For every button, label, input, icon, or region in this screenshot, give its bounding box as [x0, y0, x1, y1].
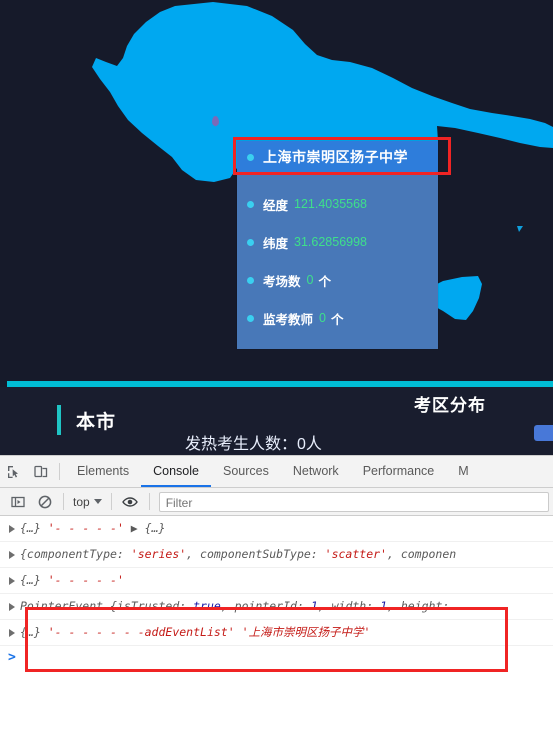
devtools-panel: Elements Console Sources Network Perform…	[0, 455, 553, 745]
console-token: 'series'	[130, 547, 187, 561]
execution-context-label: top	[73, 494, 90, 509]
filter-input[interactable]: Filter	[158, 491, 549, 512]
panel-accent-bar	[57, 405, 61, 435]
tooltip-value: 0	[306, 273, 314, 287]
console-token: PointerEvent {isTrusted:	[20, 599, 194, 613]
tab-elements[interactable]: Elements	[65, 456, 141, 487]
console-token: {componentType:	[20, 547, 131, 561]
console-token: '- - - - -'	[47, 521, 124, 535]
bullet-icon	[247, 200, 254, 208]
console-token: true	[193, 599, 221, 613]
tooltip-value: 31.62856998	[294, 235, 368, 249]
map-marker-pin[interactable]	[212, 116, 219, 126]
console-token: 'scatter'	[324, 547, 387, 561]
tooltip-unit: 个	[330, 312, 344, 327]
toolbar-divider	[110, 493, 112, 510]
console-token: 1	[380, 599, 387, 613]
tab-memory[interactable]: M	[446, 456, 480, 487]
expand-arrow-icon[interactable]	[9, 603, 15, 611]
bullet-icon	[247, 276, 254, 284]
console-token: , pointerId:	[220, 599, 311, 613]
tab-performance[interactable]: Performance	[351, 456, 447, 487]
tooltip-header: 上海市崇明区扬子中学	[237, 141, 438, 173]
tooltip-label: 经度	[263, 198, 289, 213]
console-sidebar-icon[interactable]	[4, 488, 31, 515]
expand-arrow-icon[interactable]	[9, 629, 15, 637]
map-speck-east	[517, 226, 523, 232]
devtools-tabbar: Elements Console Sources Network Perform…	[0, 456, 553, 488]
console-token: {…}	[20, 625, 48, 639]
panel-subtitle: 发热考生人数：0人	[185, 436, 322, 453]
toolbar-divider	[63, 493, 64, 510]
console-message-list[interactable]: {…} '- - - - -' ▶ {…} {componentType: 'se…	[0, 516, 553, 745]
tooltip-row-longitude: 经度 121.4035568	[247, 195, 438, 213]
web-page: 上海市崇明区扬子中学 经度 121.4035568 纬度 31.62856998…	[0, 0, 553, 455]
tooltip-label: 纬度	[263, 236, 289, 251]
tab-console[interactable]: Console	[141, 456, 211, 487]
console-token: , componentSubType:	[186, 547, 325, 561]
tooltip-row-exam-rooms: 考场数 0 个	[247, 271, 438, 289]
execution-context-selector[interactable]: top	[69, 495, 106, 509]
tooltip-unit: 个	[318, 274, 331, 289]
map-tooltip: 上海市崇明区扬子中学 经度 121.4035568 纬度 31.62856998…	[237, 141, 438, 349]
clear-console-icon[interactable]	[31, 488, 58, 515]
tooltip-body: 经度 121.4035568 纬度 31.62856998 考场数 0 个 监考	[237, 173, 438, 349]
toolbar-divider	[148, 493, 150, 510]
tooltip-value: 121.4035568	[294, 197, 368, 211]
chevron-down-icon	[93, 499, 102, 504]
tooltip-row-proctors: 监考教师 0 个	[247, 309, 438, 327]
console-token: '- - - - - - -addEventList'	[47, 625, 235, 639]
panel-chip-button[interactable]	[534, 425, 553, 441]
device-toolbar-icon[interactable]	[27, 458, 54, 485]
console-token	[235, 625, 242, 639]
panel-heading: 本市	[76, 412, 117, 433]
tab-sources[interactable]: Sources	[211, 456, 281, 487]
bullet-icon	[247, 238, 254, 246]
tooltip-label: 监考教师	[263, 312, 314, 327]
console-token: , height:	[387, 599, 450, 613]
expand-arrow-icon[interactable]	[9, 551, 15, 559]
tooltip-row-latitude: 纬度 31.62856998	[247, 233, 438, 251]
console-message-row[interactable]: PointerEvent {isTrusted: true, pointerId…	[0, 594, 553, 620]
tooltip-value: 0	[319, 311, 326, 325]
console-message-row[interactable]: {…} '- - - - - - -addEventList' '上海市崇明区扬…	[0, 620, 553, 646]
exam-district-title: 考区分布	[414, 396, 486, 415]
console-prompt[interactable]: >	[0, 646, 553, 670]
tab-network[interactable]: Network	[281, 456, 351, 487]
console-message-row[interactable]: {…} '- - - - -'	[0, 568, 553, 594]
tooltip-label: 考场数	[263, 274, 301, 289]
screenshot-root: 上海市崇明区扬子中学 经度 121.4035568 纬度 31.62856998…	[0, 0, 553, 745]
expand-arrow-icon[interactable]	[9, 525, 15, 533]
expand-arrow-icon[interactable]	[9, 577, 15, 585]
console-token: {…}	[20, 573, 48, 587]
console-token: 1	[310, 599, 318, 613]
console-message-row[interactable]: {componentType: 'series', componentSubTy…	[0, 542, 553, 568]
live-expression-icon[interactable]	[117, 488, 144, 515]
toolbar-divider	[59, 463, 60, 480]
console-filter-bar: top Filter	[0, 488, 553, 516]
console-message-row[interactable]: {…} '- - - - -' ▶ {…}	[0, 516, 553, 542]
console-token: ▶ {…}	[123, 521, 166, 535]
console-token: '- - - - -'	[47, 573, 124, 587]
tooltip-title: 上海市崇明区扬子中学	[263, 149, 408, 165]
console-token: , componen	[386, 547, 457, 561]
console-token: , width:	[317, 599, 381, 613]
bullet-icon	[247, 153, 254, 161]
console-token: '上海市崇明区扬子中学'	[241, 625, 371, 639]
console-token: {…}	[20, 521, 48, 535]
bullet-icon	[247, 314, 254, 322]
inspect-element-icon[interactable]	[0, 458, 27, 485]
